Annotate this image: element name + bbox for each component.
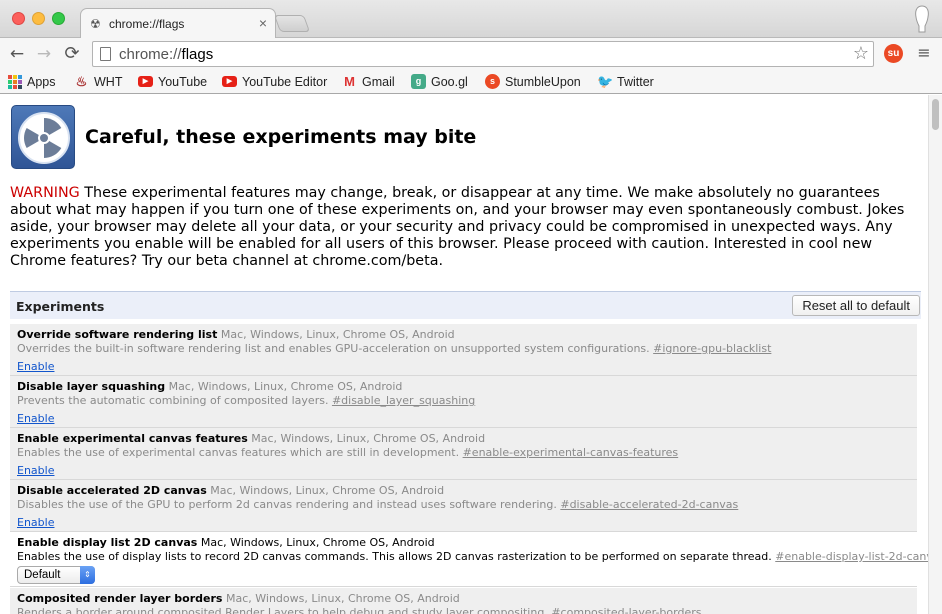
- window-titlebar: ☢ chrome://flags ×: [0, 0, 942, 39]
- warning-text: These experimental features may change, …: [10, 185, 905, 269]
- flag-name: Composited render layer borders: [17, 592, 223, 605]
- bookmark-wht[interactable]: ♨ WHT: [74, 73, 123, 90]
- radiation-icon: ☢: [90, 17, 101, 31]
- flag-name: Override software rendering list: [17, 328, 218, 341]
- flag-platforms: Mac, Windows, Linux, Chrome OS, Android: [220, 328, 455, 341]
- address-bar[interactable]: chrome://flags ☆: [92, 41, 874, 67]
- flag-row: Disable layer squashing Mac, Windows, Li…: [10, 376, 917, 428]
- gmail-icon: M: [344, 74, 355, 89]
- bookmark-youtube-editor[interactable]: ▶ YouTube Editor: [222, 73, 327, 90]
- page-scrollbar[interactable]: [928, 95, 942, 614]
- bookmark-star-icon[interactable]: ☆: [853, 44, 869, 64]
- bookmark-twitter[interactable]: 🐦 Twitter: [597, 73, 654, 90]
- twitter-icon: 🐦: [597, 74, 614, 89]
- tab-close-icon[interactable]: ×: [259, 15, 267, 31]
- scrollbar-thumb[interactable]: [932, 99, 939, 130]
- browser-toolbar: ← → ⟳ chrome://flags ☆ su ≡: [0, 38, 942, 69]
- flag-name: Enable display list 2D canvas: [17, 536, 198, 549]
- youtube-icon: ▶: [222, 76, 237, 87]
- flag-platforms: Mac, Windows, Linux, Chrome OS, Android: [168, 380, 403, 393]
- page-title: Careful, these experiments may bite: [85, 126, 477, 148]
- url-scheme: chrome://: [119, 46, 182, 63]
- bookmark-label: YouTube Editor: [242, 74, 328, 89]
- flag-name: Disable accelerated 2D canvas: [17, 484, 207, 497]
- flag-name: Enable experimental canvas features: [17, 432, 248, 445]
- flag-platforms: Mac, Windows, Linux, Chrome OS, Android: [200, 536, 435, 549]
- stumbleupon-icon: s: [485, 74, 500, 89]
- warning-paragraph: WARNING These experimental features may …: [10, 185, 922, 270]
- bookmark-label: Apps: [27, 74, 56, 89]
- bookmark-gmail[interactable]: M Gmail: [342, 73, 395, 90]
- flag-row: Enable experimental canvas features Mac,…: [10, 428, 917, 480]
- flag-enable-link[interactable]: Enable: [17, 516, 54, 530]
- page-icon: [100, 47, 111, 61]
- flag-platforms: Mac, Windows, Linux, Chrome OS, Android: [210, 484, 445, 497]
- bookmark-label: Gmail: [362, 74, 395, 89]
- zoom-window-button[interactable]: [52, 12, 65, 25]
- bookmark-label: StumbleUpon: [505, 74, 581, 89]
- bookmark-label: Goo.gl: [431, 74, 468, 89]
- tab-title: chrome://flags: [109, 17, 185, 31]
- flag-description: Prevents the automatic combining of comp…: [17, 394, 329, 407]
- flag-description: Renders a border around composited Rende…: [17, 606, 548, 614]
- bookmark-label: YouTube: [158, 74, 208, 89]
- bookmark-stumbleupon[interactable]: s StumbleUpon: [485, 73, 581, 90]
- flag-enable-link[interactable]: Enable: [17, 464, 54, 478]
- select-arrows-icon: ⇕: [80, 566, 95, 584]
- back-button[interactable]: ←: [5, 42, 29, 66]
- flag-enable-link[interactable]: Enable: [17, 360, 54, 374]
- flag-row: Disable accelerated 2D canvas Mac, Windo…: [10, 480, 917, 532]
- wht-icon: ♨: [75, 74, 88, 89]
- page-content: Careful, these experiments may bite WARN…: [0, 95, 928, 614]
- flag-platforms: Mac, Windows, Linux, Chrome OS, Android: [251, 432, 486, 445]
- flag-enable-link[interactable]: Enable: [17, 412, 54, 426]
- bookmark-googl[interactable]: g Goo.gl: [411, 73, 468, 90]
- bookmark-label: WHT: [94, 74, 123, 89]
- radiation-hazard-icon: [11, 105, 75, 169]
- apps-grid-icon: [8, 74, 22, 89]
- reset-all-button[interactable]: Reset all to default: [792, 295, 920, 316]
- flag-row: Override software rendering list Mac, Wi…: [10, 324, 917, 376]
- flag-anchor-link[interactable]: #enable-experimental-canvas-features: [463, 446, 679, 459]
- flag-anchor-link[interactable]: #ignore-gpu-blacklist: [653, 342, 771, 355]
- flag-anchor-link[interactable]: #enable-display-list-2d-canvas: [775, 550, 928, 563]
- flag-description: Disables the use of the GPU to perform 2…: [17, 498, 557, 511]
- flag-description: Enables the use of experimental canvas f…: [17, 446, 460, 459]
- warning-label: WARNING: [10, 185, 80, 201]
- youtube-icon: ▶: [138, 76, 153, 87]
- flag-anchor-link[interactable]: #disable-accelerated-2d-canvas: [560, 498, 738, 511]
- close-window-button[interactable]: [12, 12, 25, 25]
- new-tab-button[interactable]: [273, 15, 311, 32]
- flag-description: Enables the use of display lists to reco…: [17, 550, 772, 563]
- googl-icon: g: [411, 74, 426, 89]
- bookmark-youtube[interactable]: ▶ YouTube: [138, 73, 207, 90]
- profile-avatar-icon[interactable]: [910, 4, 934, 34]
- experiments-title: Experiments: [16, 299, 105, 314]
- bookmarks-bar: Apps ♨ WHT ▶ YouTube ▶ YouTube Editor M …: [0, 69, 942, 94]
- url-host: flags: [181, 46, 214, 63]
- flag-state-select[interactable]: Default ⇕: [17, 566, 95, 584]
- experiments-header: Experiments Reset all to default: [10, 291, 921, 319]
- flag-description: Overrides the built-in software renderin…: [17, 342, 650, 355]
- url-text[interactable]: chrome://flags: [119, 46, 213, 63]
- flag-name: Disable layer squashing: [17, 380, 166, 393]
- flag-anchor-link[interactable]: #composited-layer-borders: [551, 606, 701, 614]
- select-value: Default: [24, 569, 61, 581]
- tab-flags[interactable]: ☢ chrome://flags ×: [80, 8, 276, 39]
- flag-platforms: Mac, Windows, Linux, Chrome OS, Android: [225, 592, 460, 605]
- reload-button[interactable]: ⟳: [60, 42, 84, 66]
- bookmark-apps[interactable]: Apps: [8, 73, 56, 90]
- flag-row: Enable display list 2D canvas Mac, Windo…: [10, 532, 928, 587]
- forward-button[interactable]: →: [32, 42, 56, 66]
- bookmark-label: Twitter: [617, 74, 654, 89]
- stumbleupon-extension-icon[interactable]: su: [884, 44, 903, 63]
- flag-row: Composited render layer borders Mac, Win…: [10, 588, 917, 614]
- minimize-window-button[interactable]: [32, 12, 45, 25]
- flag-anchor-link[interactable]: #disable_layer_squashing: [332, 394, 475, 407]
- chrome-menu-icon[interactable]: ≡: [913, 42, 935, 66]
- experiments-section: Experiments Reset all to default Overrid…: [10, 291, 928, 614]
